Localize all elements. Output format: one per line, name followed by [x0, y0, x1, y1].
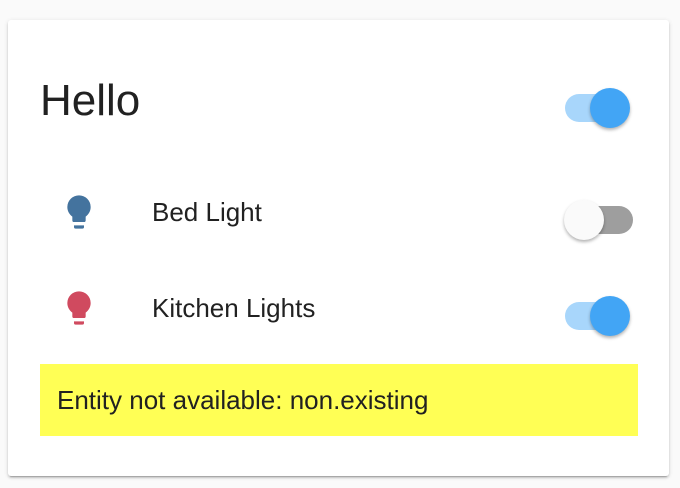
kitchen-lights-toggle[interactable]: [560, 288, 632, 336]
entity-not-available-warning: Entity not available: non.existing: [40, 364, 638, 436]
warning-text: Entity not available: non.existing: [57, 384, 429, 415]
toggle-thumb: [564, 200, 604, 240]
entity-name[interactable]: Kitchen Lights: [152, 292, 315, 324]
lightbulb-icon: [67, 291, 91, 325]
card-title: Hello: [40, 76, 141, 125]
entity-name[interactable]: Bed Light: [152, 196, 262, 228]
header-toggle[interactable]: [560, 80, 632, 128]
toggle-thumb: [590, 296, 630, 336]
entities-card: Hello Bed Light Kitchen Lights Entity no…: [8, 20, 669, 476]
header-toggle-thumb: [590, 88, 630, 128]
lightbulb-icon: [67, 195, 91, 229]
bed-light-toggle[interactable]: [564, 192, 638, 240]
